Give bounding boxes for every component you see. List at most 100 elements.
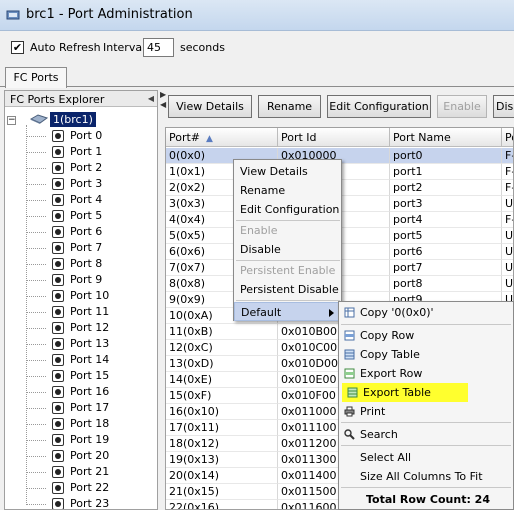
menu-persistent-enable[interactable]: Persistent Enable	[234, 261, 341, 280]
port-icon	[52, 466, 64, 478]
enable-button[interactable]: Enable	[437, 95, 487, 118]
tree-connector	[26, 136, 46, 137]
copy-cell-icon	[344, 307, 355, 318]
tree-expander-icon[interactable]: −	[7, 116, 16, 125]
table-cell: F-P	[502, 212, 513, 228]
table-cell: port8	[390, 276, 502, 292]
rename-button[interactable]: Rename	[258, 95, 321, 118]
tree-connector	[26, 264, 46, 265]
table-cell: port5	[390, 228, 502, 244]
edit-configuration-button[interactable]: Edit Configuration	[327, 95, 431, 118]
tree-connector	[26, 424, 46, 425]
tree-item-label: Port 8	[70, 257, 103, 270]
tree-connector	[26, 488, 46, 489]
context-menu: View Details Rename Edit Configuration E…	[233, 159, 342, 321]
submenu-select-all[interactable]: Select All	[339, 448, 514, 467]
submenu-label: Export Row	[360, 367, 423, 380]
tab-strip: FC Ports	[0, 65, 514, 88]
tree-connector	[26, 360, 46, 361]
table-cell: U-P	[502, 260, 513, 276]
collapse-left-icon[interactable]: ◀	[148, 94, 154, 103]
port-icon	[52, 226, 64, 238]
port-icon	[52, 178, 64, 190]
submenu-label: Print	[360, 405, 386, 418]
disable-button[interactable]: Disa	[493, 95, 514, 118]
menu-separator	[236, 300, 340, 301]
menu-disable[interactable]: Disable	[234, 240, 341, 259]
tree-item-label: Port 10	[70, 289, 110, 302]
port-icon	[52, 162, 64, 174]
port-icon	[52, 434, 64, 446]
seconds-label: seconds	[180, 41, 225, 54]
tree-item-label: Port 20	[70, 449, 110, 462]
total-row-count: Total Row Count: 24	[366, 493, 490, 506]
view-details-button[interactable]: View Details	[168, 95, 252, 118]
app-icon	[6, 10, 20, 20]
tree-connector	[26, 296, 46, 297]
column-header-port-id[interactable]: Port Id	[278, 128, 390, 147]
table-cell: port3	[390, 196, 502, 212]
tree-item-label: Port 16	[70, 385, 110, 398]
tree-item-label: Port 21	[70, 465, 110, 478]
menu-persistent-disable[interactable]: Persistent Disable	[234, 280, 341, 299]
interval-label: Interval	[103, 41, 146, 54]
menu-view-details[interactable]: View Details	[234, 162, 341, 181]
table-cell: 12(0xC)	[166, 340, 278, 356]
tab-fc-ports[interactable]: FC Ports	[5, 67, 67, 88]
column-label: Port#	[169, 131, 201, 144]
table-cell: F-P	[502, 164, 513, 180]
auto-refresh-checkbox[interactable]: ✔	[11, 41, 24, 54]
table-cell: port7	[390, 260, 502, 276]
interval-input[interactable]	[143, 38, 174, 57]
table-cell: 17(0x11)	[166, 420, 278, 436]
tree-item-label: Port 14	[70, 353, 110, 366]
submenu-print[interactable]: Print	[339, 402, 514, 421]
port-icon	[52, 386, 64, 398]
submenu-search[interactable]: Search	[339, 425, 514, 444]
tree-connector	[26, 168, 46, 169]
tree-connector	[26, 392, 46, 393]
tree-item-label: Port 6	[70, 225, 103, 238]
tree-connector	[26, 440, 46, 441]
submenu-export-table[interactable]: Export Table	[342, 383, 468, 402]
search-icon	[344, 429, 355, 440]
submenu-copy-row[interactable]: Copy Row	[339, 326, 514, 345]
tree-item-label: Port 2	[70, 161, 103, 174]
submenu-export-row[interactable]: Export Row	[339, 364, 514, 383]
panel-resize-arrows-icon[interactable]: ▶ ◀	[160, 90, 166, 110]
table-cell: 21(0x15)	[166, 484, 278, 500]
tree-item-label: Port 9	[70, 273, 103, 286]
column-header-port-type[interactable]: Po	[502, 128, 513, 147]
port-icon	[52, 306, 64, 318]
column-header-port-name[interactable]: Port Name	[390, 128, 502, 147]
table-cell: F-P	[502, 148, 513, 164]
port-icon	[52, 146, 64, 158]
port-icon	[52, 338, 64, 350]
menu-edit-configuration[interactable]: Edit Configuration	[234, 200, 341, 219]
table-cell: port4	[390, 212, 502, 228]
table-cell: port1	[390, 164, 502, 180]
table-cell: F-P	[502, 180, 513, 196]
menu-separator	[341, 324, 511, 325]
port-icon	[52, 258, 64, 270]
submenu-copy-cell[interactable]: Copy '0(0x0)'	[339, 303, 514, 322]
tree-item-label: Port 17	[70, 401, 110, 414]
tree-connector	[26, 280, 46, 281]
fc-ports-explorer: FC Ports Explorer ◀ − 1(brc1) Port 0 Port…	[4, 90, 158, 510]
column-header-port-number[interactable]: Port# ▲	[166, 128, 278, 147]
menu-default[interactable]: Default	[234, 302, 341, 321]
auto-refresh-label: Auto Refresh	[30, 41, 101, 54]
table-cell: 11(0xB)	[166, 324, 278, 340]
printer-icon	[344, 406, 355, 417]
tree-item-label: Port 19	[70, 433, 110, 446]
menu-enable[interactable]: Enable	[234, 221, 341, 240]
copy-table-icon	[344, 349, 355, 360]
tree-root-switch[interactable]: 1(brc1)	[50, 112, 96, 127]
table-cell: 14(0xE)	[166, 372, 278, 388]
submenu-size-columns[interactable]: Size All Columns To Fit	[339, 467, 514, 486]
submenu-label: Copy Row	[360, 329, 415, 342]
menu-rename[interactable]: Rename	[234, 181, 341, 200]
table-cell: port0	[390, 148, 502, 164]
menu-separator	[341, 487, 511, 488]
submenu-copy-table[interactable]: Copy Table	[339, 345, 514, 364]
